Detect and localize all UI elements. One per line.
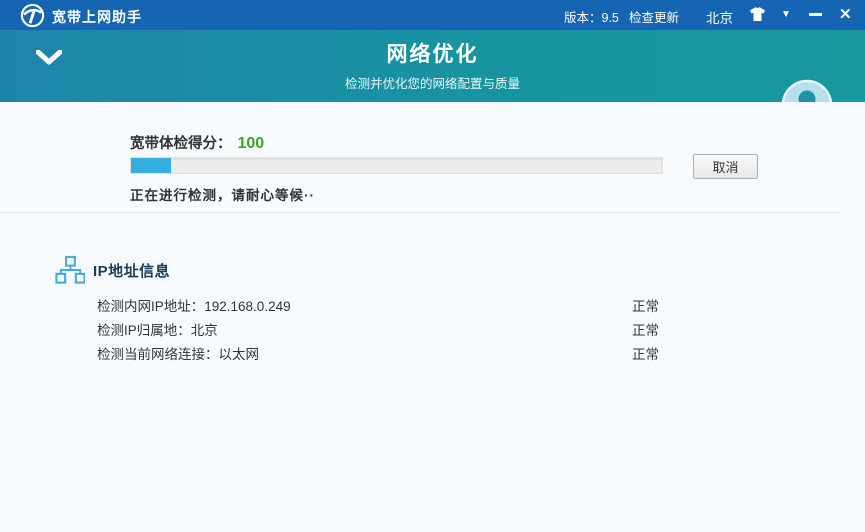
version-label: 版本：9.5 (564, 7, 619, 26)
network-tree-icon (55, 255, 85, 285)
score-label: 宽带体检得分： (130, 136, 232, 152)
status-badge: 正常 (632, 343, 659, 363)
page-header: 网络优化 检测并优化您的网络配置与质量 (0, 30, 865, 102)
ip-section-header: IP地址信息 (55, 255, 170, 285)
table-row: 检测当前网络连接：以太网 正常 (0, 340, 865, 364)
ip-section-title: IP地址信息 (93, 260, 170, 281)
titlebar: 宽带上网助手 版本：9.5 检查更新 北京 ▼ ✕ (0, 0, 865, 30)
progress-fill (131, 158, 171, 173)
app-title: 宽带上网助手 (52, 7, 142, 27)
scan-status-text: 正在进行检测，请耐心等候·· (130, 184, 315, 204)
city-label[interactable]: 北京 (706, 7, 733, 27)
app-window: 宽带上网助手 版本：9.5 检查更新 北京 ▼ ✕ 网络优化 检测并优化您的网络… (0, 0, 865, 532)
section-divider (0, 212, 841, 213)
check-item-label: 检测内网IP地址：192.168.0.249 (97, 295, 291, 315)
table-row: 检测内网IP地址：192.168.0.249 正常 (0, 292, 865, 316)
page-title: 网络优化 (0, 38, 865, 68)
app-logo-icon (20, 3, 45, 28)
close-button[interactable]: ✕ (839, 5, 852, 23)
check-update-link[interactable]: 检查更新 (629, 7, 679, 26)
score-value: 100 (238, 135, 265, 152)
skin-theme-icon[interactable] (748, 7, 767, 22)
progress-bar (130, 157, 663, 174)
status-badge: 正常 (632, 295, 659, 315)
page-subtitle: 检测并优化您的网络配置与质量 (0, 73, 865, 92)
minimize-button[interactable] (809, 13, 822, 16)
ip-rows: 检测内网IP地址：192.168.0.249 正常 检测IP归属地：北京 正常 … (0, 292, 865, 364)
cancel-button[interactable]: 取消 (693, 154, 758, 179)
check-item-label: 检测IP归属地：北京 (97, 319, 218, 339)
check-item-label: 检测当前网络连接：以太网 (97, 343, 259, 363)
main-content: 宽带体检得分： 100 取消 正在进行检测，请耐心等候·· IP地址信息 检测内网… (0, 102, 865, 532)
status-badge: 正常 (632, 319, 659, 339)
menu-caret-icon[interactable]: ▼ (781, 9, 791, 20)
header-titles: 网络优化 检测并优化您的网络配置与质量 (0, 38, 865, 92)
score-line: 宽带体检得分： 100 (130, 132, 264, 153)
table-row: 检测IP归属地：北京 正常 (0, 316, 865, 340)
